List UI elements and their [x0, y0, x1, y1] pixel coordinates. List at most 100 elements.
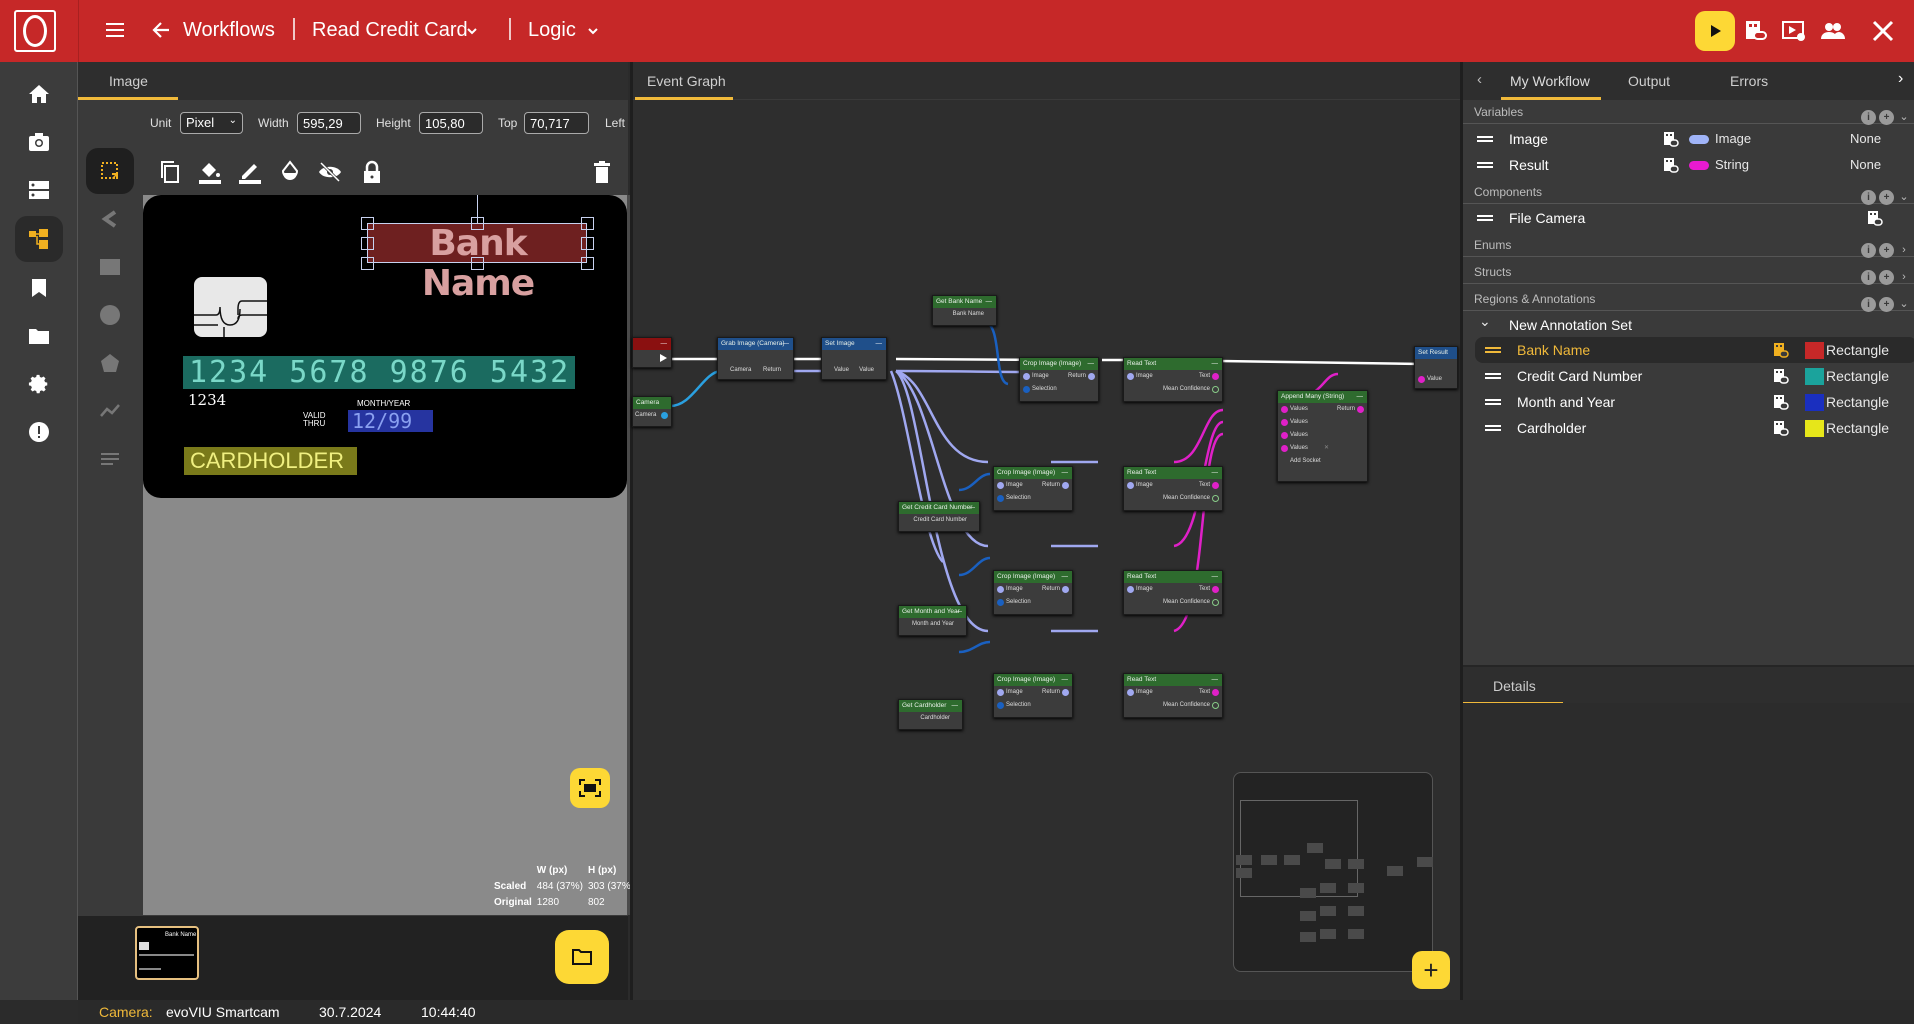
delete-icon[interactable] [590, 160, 614, 184]
pin[interactable] [1212, 386, 1219, 393]
variable-link-icon[interactable] [1663, 131, 1679, 147]
section-structs[interactable]: Structs i + › [1463, 260, 1914, 285]
nav-alerts[interactable] [15, 409, 63, 455]
credit-card-image[interactable]: Bank Name 1234 5678 9876 5432 1234 MONTH… [143, 195, 627, 498]
pin[interactable] [1281, 419, 1288, 426]
node-get-bank-name[interactable]: Get Bank Name — Bank Name [932, 295, 997, 326]
pin[interactable] [1212, 599, 1219, 606]
pin[interactable] [997, 689, 1004, 696]
workflow-name-dropdown[interactable]: Read Credit Card [312, 19, 468, 42]
variable-item[interactable]: Result String None [1463, 152, 1914, 178]
resize-handle[interactable] [361, 217, 374, 230]
add-icon[interactable]: + [1879, 189, 1894, 205]
node-read-text[interactable]: Read Text — Image Text Mean Confidence [1123, 357, 1223, 402]
tabs-next-icon[interactable]: › [1898, 70, 1903, 88]
node-read-text[interactable]: Read Text — Image Text Mean Confidence [1123, 673, 1223, 718]
annotation-item[interactable]: Month and Year Rectangle [1463, 389, 1914, 415]
add-node-button[interactable]: + [1412, 951, 1450, 989]
resize-handle[interactable] [361, 237, 374, 250]
pin[interactable] [1127, 373, 1134, 380]
annotation-item[interactable]: Cardholder Rectangle [1463, 415, 1914, 441]
nav-files[interactable] [15, 313, 63, 359]
pin[interactable] [1023, 386, 1030, 393]
chevron-down-icon[interactable] [466, 26, 478, 36]
nav-workflows[interactable] [15, 216, 63, 262]
variable-link-icon[interactable] [1744, 19, 1768, 43]
info-icon[interactable]: i [1861, 269, 1876, 285]
annotation-item[interactable]: Credit Card Number Rectangle [1463, 363, 1914, 389]
width-input[interactable] [297, 112, 361, 134]
pin[interactable] [1212, 702, 1219, 709]
nav-devices[interactable] [15, 167, 63, 213]
drag-handle-icon[interactable] [1477, 162, 1493, 168]
component-item[interactable]: File Camera [1463, 205, 1914, 231]
section-variables[interactable]: Variables i + ⌄ [1463, 100, 1914, 125]
add-icon[interactable]: + [1879, 269, 1894, 285]
node-set-result[interactable]: Set Result Value [1414, 346, 1458, 389]
nav-settings[interactable] [15, 361, 63, 407]
add-icon[interactable]: + [1879, 109, 1894, 125]
users-icon[interactable] [1821, 19, 1845, 43]
pin[interactable] [1127, 689, 1134, 696]
add-icon[interactable]: + [1879, 296, 1894, 312]
pin[interactable] [1023, 373, 1030, 380]
pencil-icon[interactable] [238, 160, 262, 184]
variable-link-icon[interactable] [1663, 157, 1679, 173]
pin[interactable] [1127, 586, 1134, 593]
variable-link-icon[interactable] [1867, 210, 1883, 226]
pin[interactable] [1062, 482, 1069, 489]
app-logo[interactable] [14, 10, 56, 52]
node-read-text[interactable]: Read Text — Image Text Mean Confidence [1123, 466, 1223, 511]
node-get-cardholder[interactable]: Get Cardholder — Cardholder [898, 699, 963, 730]
camera-out-pin[interactable] [661, 412, 668, 419]
visibility-off-icon[interactable] [318, 160, 342, 184]
variable-item[interactable]: Image Image None [1463, 126, 1914, 152]
resize-handle[interactable] [471, 217, 484, 230]
unit-select[interactable]: Pixel ⌄ [180, 112, 243, 134]
node-read-text[interactable]: Read Text — Image Text Mean Confidence [1123, 570, 1223, 615]
lock-icon[interactable] [360, 160, 384, 184]
tab-image[interactable]: Image [109, 73, 148, 89]
fill-color-icon[interactable] [198, 160, 222, 184]
tool-select-region[interactable] [86, 148, 134, 194]
pin[interactable] [1281, 432, 1288, 439]
height-input[interactable] [419, 112, 483, 134]
variable-link-icon[interactable] [1773, 368, 1789, 384]
tool-line[interactable] [86, 388, 134, 434]
variable-link-icon[interactable] [1773, 420, 1789, 436]
pin[interactable] [1062, 586, 1069, 593]
graph-minimap[interactable] [1233, 772, 1433, 972]
tabs-prev-icon[interactable]: ‹ [1477, 71, 1482, 88]
back-arrow-icon[interactable] [152, 21, 170, 39]
variable-link-icon[interactable] [1773, 342, 1789, 358]
chevron-right-icon[interactable]: › [1897, 238, 1911, 262]
annotation-set[interactable]: ⌄ New Annotation Set [1463, 312, 1914, 338]
info-icon[interactable]: i [1861, 189, 1876, 205]
annotation-cardholder[interactable]: CARDHOLDER [184, 447, 357, 475]
pin[interactable] [1127, 482, 1134, 489]
tool-circle[interactable] [86, 292, 134, 338]
pin[interactable] [1281, 445, 1288, 452]
tab-output[interactable]: Output [1628, 73, 1670, 89]
tab-errors[interactable]: Errors [1730, 73, 1768, 89]
tool-text[interactable] [86, 436, 134, 482]
resize-handle[interactable] [471, 257, 484, 270]
pin[interactable] [1212, 373, 1219, 380]
section-enums[interactable]: Enums i + › [1463, 233, 1914, 258]
node-set-image[interactable]: Set Image — Value Value [821, 337, 887, 380]
image-thumbnail[interactable]: Bank Name [135, 926, 199, 980]
top-input[interactable] [524, 112, 589, 134]
node-get-month-and-year[interactable]: Get Month and Year — Month and Year [898, 605, 967, 636]
node-crop-image[interactable]: Crop Image (Image) — Image Return Selectio… [1019, 357, 1099, 402]
drag-handle-icon[interactable] [1485, 399, 1501, 405]
run-settings-icon[interactable] [1782, 19, 1806, 43]
pin[interactable] [1418, 376, 1425, 383]
tool-polygon[interactable] [86, 340, 134, 386]
pin[interactable] [1212, 586, 1219, 593]
drag-handle-icon[interactable] [1477, 215, 1493, 221]
drag-handle-icon[interactable] [1485, 425, 1501, 431]
nav-bookmarks[interactable] [15, 265, 63, 311]
add-socket-button[interactable]: Add Socket [1278, 455, 1367, 468]
pin[interactable] [997, 702, 1004, 709]
remove-socket-icon[interactable]: ✕ [1324, 442, 1329, 455]
